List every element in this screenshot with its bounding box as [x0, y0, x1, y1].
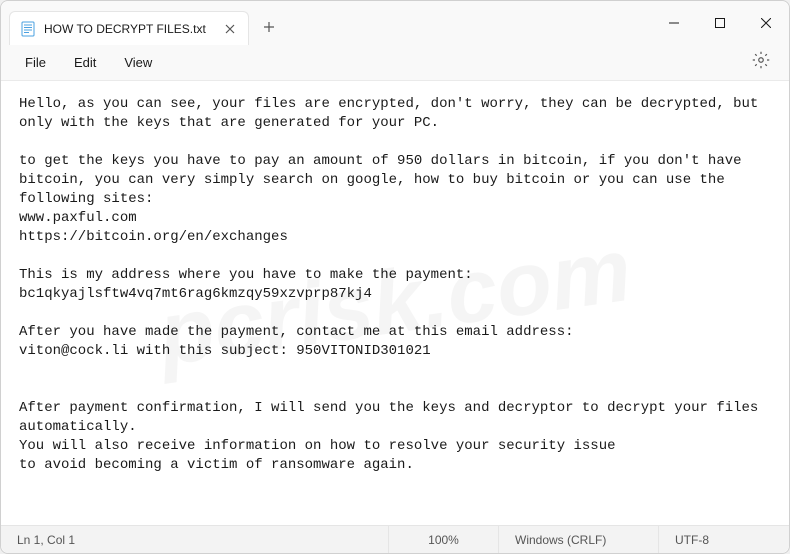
status-position[interactable]: Ln 1, Col 1 — [1, 526, 389, 553]
new-tab-button[interactable] — [253, 11, 285, 43]
status-encoding[interactable]: UTF-8 — [659, 526, 789, 553]
notepad-icon — [20, 21, 36, 37]
status-zoom[interactable]: 100% — [389, 526, 499, 553]
gear-icon — [752, 51, 770, 74]
menu-view[interactable]: View — [112, 49, 164, 76]
close-window-button[interactable] — [743, 1, 789, 45]
text-editor[interactable]: Hello, as you can see, your files are en… — [1, 81, 789, 525]
maximize-button[interactable] — [697, 1, 743, 45]
menu-edit[interactable]: Edit — [62, 49, 108, 76]
close-tab-icon[interactable] — [222, 21, 238, 37]
status-line-ending[interactable]: Windows (CRLF) — [499, 526, 659, 553]
tab-active[interactable]: HOW TO DECRYPT FILES.txt — [9, 11, 249, 45]
minimize-button[interactable] — [651, 1, 697, 45]
settings-button[interactable] — [745, 47, 777, 79]
menu-file[interactable]: File — [13, 49, 58, 76]
statusbar: Ln 1, Col 1 100% Windows (CRLF) UTF-8 — [1, 525, 789, 553]
tab-title: HOW TO DECRYPT FILES.txt — [44, 22, 214, 36]
window-controls — [651, 1, 789, 45]
menubar: File Edit View — [1, 45, 789, 81]
tab-strip: HOW TO DECRYPT FILES.txt — [1, 1, 651, 45]
titlebar: HOW TO DECRYPT FILES.txt — [1, 1, 789, 45]
notepad-window: HOW TO DECRYPT FILES.txt File Edit Vie — [0, 0, 790, 554]
editor-content: Hello, as you can see, your files are en… — [19, 96, 767, 473]
